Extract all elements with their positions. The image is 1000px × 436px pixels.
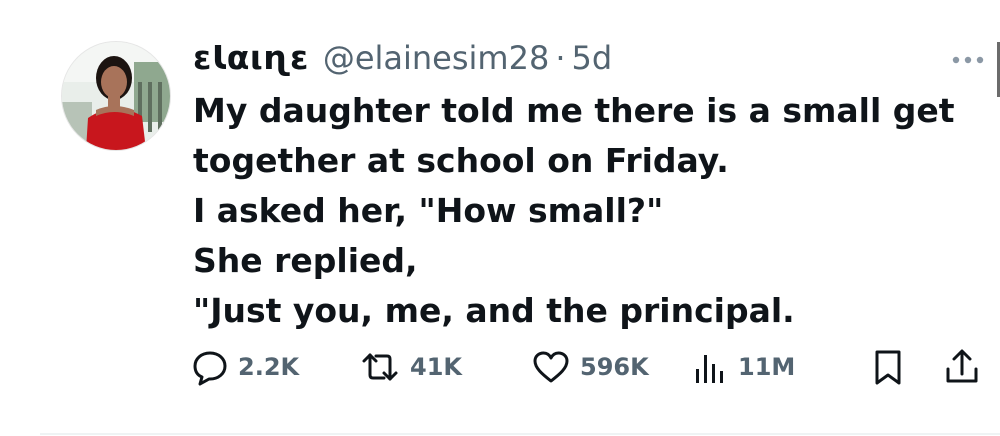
display-name[interactable]: ɛƖαιɳɛ: [193, 38, 309, 77]
tweet-line: together at school on Friday.: [193, 141, 729, 180]
views-button[interactable]: 11M: [690, 345, 795, 389]
reply-count: 2.2K: [238, 353, 300, 381]
avatar[interactable]: [62, 42, 170, 150]
share-button[interactable]: [942, 345, 982, 389]
tweet-line: I asked her, "How small?": [193, 191, 664, 230]
tweet-line: My daughter told me there is a small get: [193, 91, 955, 130]
bookmark-icon: [868, 347, 908, 387]
action-bar: 2.2K 41K 596K 11M: [190, 345, 990, 389]
tweet-line: "Just you, me, and the principal.: [193, 291, 795, 330]
tweet-card[interactable]: ɛƖαιɳɛ @elainesim28 · 5d My daughter tol…: [0, 0, 1000, 436]
like-count: 596K: [580, 353, 649, 381]
divider: [40, 433, 1000, 435]
retweet-button[interactable]: 41K: [358, 345, 462, 389]
tweet-text: My daughter told me there is a small get…: [193, 86, 973, 336]
reply-button[interactable]: 2.2K: [190, 345, 299, 389]
like-button[interactable]: 596K: [530, 345, 649, 389]
separator-dot: ·: [555, 39, 566, 77]
reply-icon: [190, 347, 230, 387]
views-icon: [690, 347, 730, 387]
avatar-image: [62, 42, 170, 150]
heart-icon: [530, 347, 572, 387]
views-count: 11M: [738, 353, 796, 381]
bookmark-button[interactable]: [868, 345, 908, 389]
timestamp[interactable]: 5d: [571, 39, 612, 77]
tweet-header: ɛƖαιɳɛ @elainesim28 · 5d: [193, 38, 612, 86]
share-icon: [942, 347, 982, 387]
tweet-line: She replied,: [193, 241, 418, 280]
retweet-icon: [358, 347, 402, 387]
more-icon[interactable]: [948, 50, 988, 70]
user-handle[interactable]: @elainesim28: [323, 39, 550, 77]
retweet-count: 41K: [410, 353, 462, 381]
